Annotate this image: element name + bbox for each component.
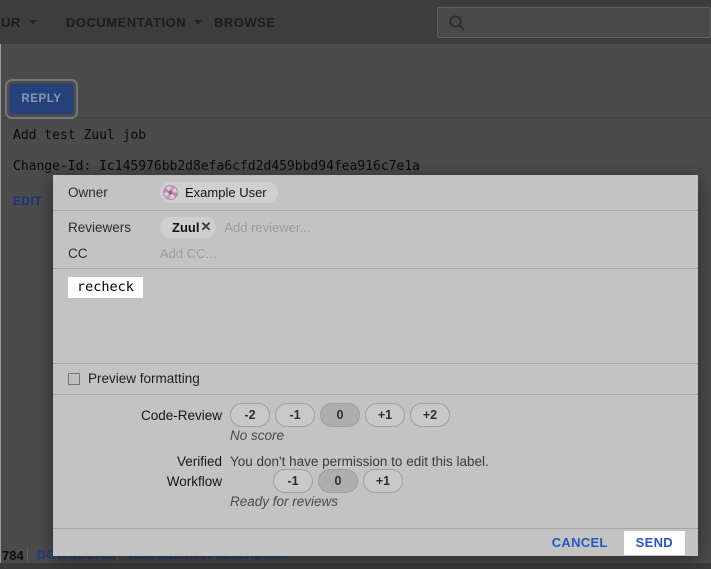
owner-chip: Example User — [160, 182, 278, 203]
preview-formatting-label: Preview formatting — [88, 371, 200, 386]
nav-menu-your[interactable]: UR — [1, 0, 37, 44]
reviewers-row: Reviewers Zuul ✕ — [53, 215, 698, 239]
avatar-icon — [163, 185, 178, 200]
workflow-label: Workflow — [53, 474, 222, 489]
cc-label: CC — [68, 246, 160, 261]
score-button[interactable]: +1 — [365, 403, 405, 427]
code-review-buttons: -2 -1 0 +1 +2 — [230, 403, 450, 427]
preview-formatting-row: Preview formatting — [68, 370, 200, 387]
owner-name: Example User — [185, 185, 267, 200]
nav-menu-your-label: UR — [1, 15, 21, 30]
dialog-footer: CANCEL SEND — [53, 529, 698, 556]
nav-menu-browse-label: BROWSE — [214, 15, 276, 30]
commit-change-id: Change-Id: Ic145976bb2d8efa6cfd2d459bbd9… — [13, 159, 420, 174]
divider — [53, 363, 698, 364]
gerrit-change-page: UR DOCUMENTATION BROWSE REPLY Add test Z… — [0, 0, 711, 569]
score-button-selected[interactable]: 0 — [320, 403, 360, 427]
nav-menu-documentation[interactable]: DOCUMENTATION — [66, 0, 202, 44]
divider — [53, 394, 698, 395]
code-review-status: No score — [230, 428, 284, 443]
score-button[interactable]: -1 — [275, 403, 315, 427]
page-left-edge — [0, 44, 1, 563]
code-review-label: Code-Review — [53, 408, 222, 423]
code-review-row: Code-Review -2 -1 0 +1 +2 — [53, 403, 450, 427]
add-cc-input[interactable] — [160, 246, 360, 261]
divider — [53, 210, 698, 211]
reviewers-label: Reviewers — [68, 220, 160, 235]
search-input[interactable] — [437, 7, 711, 38]
cc-row: CC — [53, 243, 698, 263]
owner-row: Owner Example User — [53, 175, 698, 210]
score-button[interactable]: -1 — [273, 469, 313, 493]
search-icon — [447, 13, 467, 33]
reviewer-name: Zuul — [172, 220, 199, 235]
reply-message-text: recheck — [68, 277, 143, 298]
reply-message-textarea[interactable]: recheck — [53, 269, 698, 363]
page-bottom-edge — [0, 563, 711, 569]
divider — [27, 547, 28, 562]
chevron-down-icon — [29, 20, 37, 25]
chevron-down-icon — [194, 20, 202, 25]
score-button[interactable]: +1 — [363, 469, 403, 493]
score-button[interactable]: -2 — [230, 403, 270, 427]
cancel-button[interactable]: CANCEL — [552, 535, 608, 550]
commit-message-subject: Add test Zuul job — [13, 128, 146, 143]
reply-button[interactable]: REPLY — [10, 84, 73, 114]
remove-reviewer-icon[interactable]: ✕ — [200, 219, 211, 235]
section-divider — [0, 117, 711, 118]
nav-menu-documentation-label: DOCUMENTATION — [66, 15, 186, 30]
workflow-buttons: -1 0 +1 — [273, 469, 403, 493]
score-button[interactable]: +2 — [410, 403, 450, 427]
verified-row: Verified You don't have permission to ed… — [53, 453, 489, 470]
owner-label: Owner — [68, 185, 160, 200]
verified-label: Verified — [53, 454, 222, 469]
preview-formatting-checkbox[interactable] — [68, 373, 80, 385]
edit-link[interactable]: EDIT — [13, 194, 42, 208]
patchset-number: 784 — [2, 548, 24, 563]
score-button-selected[interactable]: 0 — [318, 469, 358, 493]
reviewer-chip: Zuul ✕ — [160, 217, 216, 238]
reply-dialog: Owner Example User Reviewers Zuul ✕ CC r… — [53, 175, 698, 556]
top-app-bar: UR DOCUMENTATION BROWSE — [0, 0, 711, 44]
nav-menu-browse[interactable]: BROWSE — [214, 0, 276, 44]
workflow-status: Ready for reviews — [230, 494, 338, 509]
send-button[interactable]: SEND — [624, 531, 685, 555]
workflow-row: Workflow -1 0 +1 — [53, 469, 403, 493]
add-reviewer-input[interactable] — [224, 220, 424, 235]
verified-permission-text: You don't have permission to edit this l… — [230, 454, 489, 469]
